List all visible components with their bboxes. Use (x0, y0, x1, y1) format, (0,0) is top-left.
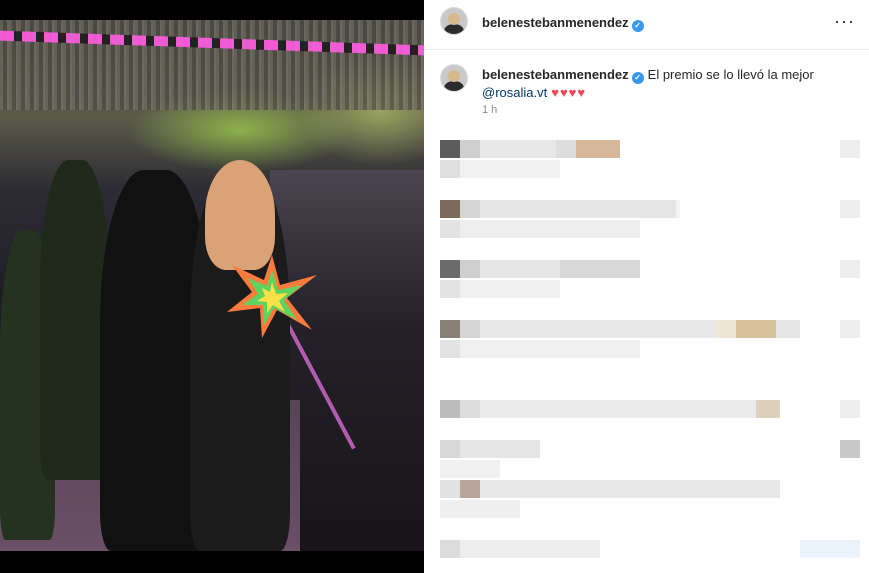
blurred-comment-block (440, 540, 600, 558)
post-panel: belenestebanmenendez ✓ ··· belenestebanme… (424, 0, 869, 573)
blurred-comment-block (440, 160, 560, 178)
blurred-comment-block (440, 260, 640, 278)
caption-body: belenestebanmenendez ✓ El premio se lo lle… (482, 66, 852, 102)
blurred-comment-block (440, 340, 640, 358)
heart-icon: ♥♥♥♥ (551, 85, 587, 100)
post-header: belenestebanmenendez ✓ ··· (424, 0, 869, 50)
caption-username[interactable]: belenestebanmenendez (482, 67, 629, 82)
blurred-comment-block (440, 220, 640, 238)
blurred-comment-block (440, 480, 780, 498)
blurred-comment-block (440, 320, 800, 338)
post-photo[interactable] (0, 20, 424, 551)
blurred-comment-block (800, 540, 860, 558)
caption-mention-link[interactable]: @rosalia.vt (482, 84, 547, 102)
blurred-comment-block (840, 200, 860, 218)
blurred-comment-block (440, 460, 500, 478)
verified-badge-icon: ✓ (631, 72, 644, 84)
avatar[interactable] (440, 7, 468, 35)
award-star-icon (227, 255, 317, 338)
blurred-comment-block (440, 140, 620, 158)
blurred-comment-block (840, 260, 860, 278)
blurred-comment-block (840, 440, 860, 458)
blurred-comment-block (840, 140, 860, 158)
blurred-comment-block (440, 280, 560, 298)
blurred-comment-block (440, 200, 680, 218)
header-username[interactable]: belenestebanmenendez (482, 15, 629, 30)
post-timestamp[interactable]: 1 h (482, 104, 497, 116)
more-options-icon[interactable]: ··· (834, 12, 855, 30)
caption-text: El premio se lo llevó la mejor (647, 67, 814, 82)
header-username-row[interactable]: belenestebanmenendez ✓ (482, 15, 644, 32)
post-media[interactable] (0, 0, 424, 573)
blurred-comment-block (840, 400, 860, 418)
blurred-comment-block (440, 500, 520, 518)
blurred-comment-block (840, 320, 860, 338)
caption-avatar[interactable] (440, 64, 468, 92)
blurred-comment-block (440, 440, 540, 458)
verified-badge-icon: ✓ (631, 20, 644, 32)
blurred-comment-block (440, 400, 780, 418)
